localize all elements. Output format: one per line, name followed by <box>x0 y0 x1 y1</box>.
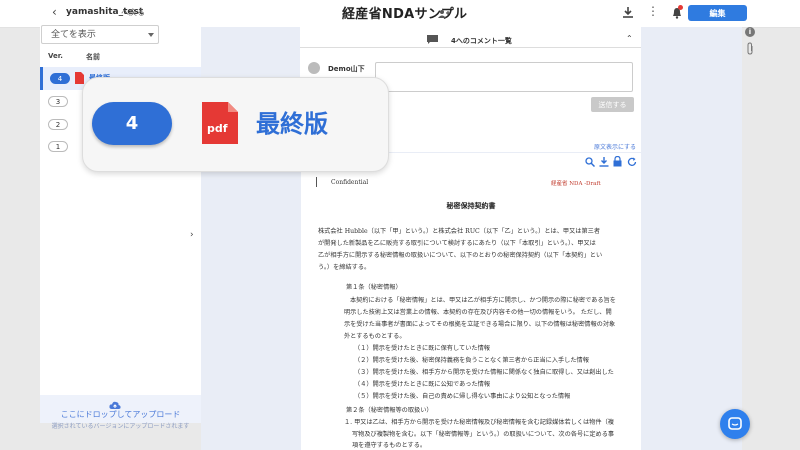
doc-heading: 秘密保持契約書 <box>446 201 496 210</box>
avatar <box>308 62 320 74</box>
version-badge: 4 <box>50 73 70 84</box>
show-original-link[interactable]: 原文表示にする <box>594 142 636 151</box>
commenter-name: Demo山下 <box>328 65 365 73</box>
doc-line: 株式会社 Hubble（以下「甲」という。）と株式会社 RUC（以下「乙」という… <box>318 228 601 235</box>
callout-version-name: 最終版 <box>256 110 328 138</box>
version-badge: 2 <box>48 119 68 130</box>
doc-line: 外とするものとする。 <box>344 333 406 340</box>
back-link[interactable]: へ戻る <box>121 7 145 18</box>
doc-line: 示を受けた当事者が書面によってその根拠を立証できる場合に限り、以下の情報は秘密情… <box>344 321 616 328</box>
version-badge: 1 <box>48 141 68 152</box>
chat-icon <box>728 417 742 430</box>
doc-line: （１）開示を受けたときに既に保有していた情報 <box>354 345 490 352</box>
doc-line: 項を遵守するものとする。 <box>352 442 427 449</box>
doc-line: （４）開示を受けたときに既に公知であった情報 <box>354 381 491 388</box>
zoom-icon[interactable] <box>585 157 595 167</box>
doc-confidential-label: Confidential <box>331 179 369 186</box>
doc-line: （３）開示を受けた後、相手方から開示を受けた情報に関係なく独自に取得し、又は創出… <box>354 369 614 376</box>
edit-button[interactable]: 編集 <box>688 5 747 21</box>
doc-line: 明示した技術上又は営業上の情報、本契約の存在及び内容その他一切の情報をいう。 た… <box>344 309 612 316</box>
doc-line: （２）開示を受けた後、秘密保持義務を負うことなく第三者から正当に入手した情報 <box>354 357 589 364</box>
comment-panel-title: 4へのコメント一覧 <box>451 37 512 45</box>
lock-icon[interactable] <box>613 156 622 167</box>
pdf-icon-text: pdf <box>207 122 228 135</box>
pdf-file-icon: pdf <box>202 102 238 144</box>
doc-line: 第１条（秘密情報） <box>346 284 402 291</box>
column-header-name: 名前 <box>86 53 100 61</box>
chevron-down-icon[interactable] <box>148 33 154 37</box>
doc-line: 乙が相手方に開示する秘密情報の取扱いについて、以下のとおりの秘密保持契約（以下「… <box>318 252 603 259</box>
doc-draft-label: 経産省 NDA -Draft <box>551 181 601 187</box>
back-arrow-icon[interactable]: ‹ <box>52 5 57 19</box>
drop-zone-title: ここにドロップしてアップロード <box>60 410 181 419</box>
comment-input[interactable] <box>375 62 633 92</box>
notification-badge <box>678 5 683 10</box>
send-comment-button[interactable]: 送信する <box>591 97 634 112</box>
doc-line: （５）開示を受けた後、自己の責めに帰し得ない事由により公知となった情報 <box>354 393 571 400</box>
version-filter-select[interactable]: 全てを表示 <box>41 25 159 44</box>
drop-zone-subtitle: 選択されているバージョンにアップロードされます <box>51 423 190 430</box>
column-header-version: Ver. <box>48 52 63 60</box>
comment-icon <box>427 35 438 44</box>
collapse-sidebar-icon[interactable]: › <box>190 230 194 240</box>
pdf-file-icon <box>75 72 84 84</box>
document-download-icon[interactable] <box>599 157 609 167</box>
add-member-icon[interactable] <box>437 9 451 19</box>
attachment-icon[interactable] <box>746 42 754 55</box>
chevron-up-icon[interactable]: ⌃ <box>626 34 633 43</box>
version-badge: 3 <box>48 96 68 107</box>
doc-line: 第２条（秘密情報等の取扱い） <box>346 407 433 414</box>
chat-support-button[interactable] <box>720 409 750 439</box>
text-cursor <box>316 177 317 187</box>
doc-line: が開発した新製品を乙に販売する取引について検討するにあたり（以下「本取引」という… <box>318 240 596 247</box>
more-options-icon[interactable]: ⋮ <box>647 4 659 18</box>
info-icon[interactable]: i <box>745 27 755 37</box>
doc-line: 写物及び複製物を含む。以下「秘密情報等」という。）の取扱いについて、次の各号に定… <box>352 431 615 438</box>
doc-line: 本契約における「秘密情報」とは、甲又は乙が相手方に開示し、かつ開示の際に秘密であ… <box>350 297 616 304</box>
doc-line: １. 甲又は乙は、相手方から開示を受けた秘密情報及び秘密情報を含む記録媒体若しく… <box>344 419 614 426</box>
doc-line: う。）を締結する。 <box>318 264 371 271</box>
callout-version-badge: 4 <box>92 102 172 145</box>
refresh-icon[interactable] <box>627 157 637 167</box>
download-icon[interactable] <box>622 6 634 19</box>
